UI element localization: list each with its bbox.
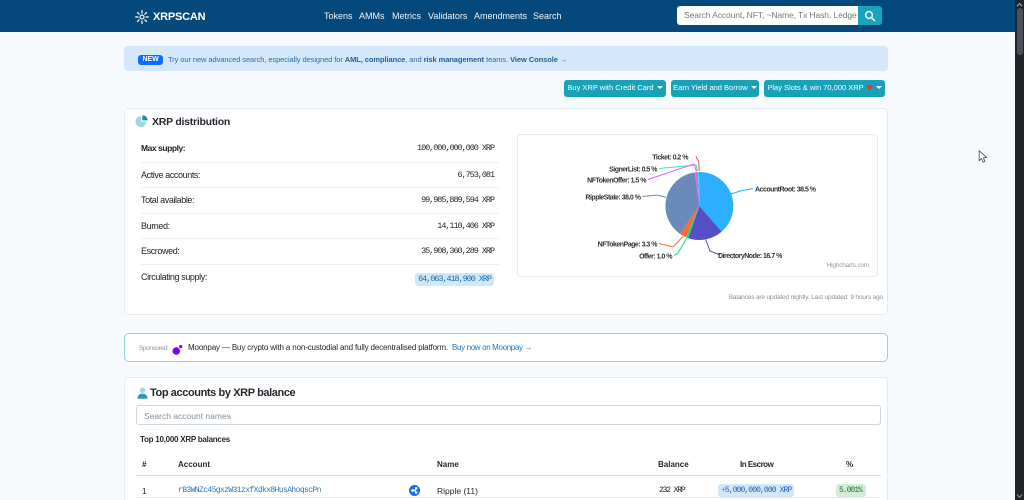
svg-text:AccountRoot: 38.5 %: AccountRoot: 38.5 % (755, 187, 817, 194)
svg-text:Offer: 1.0 %: Offer: 1.0 % (639, 254, 673, 261)
svg-text:RippleState: 38.0 %: RippleState: 38.0 % (585, 195, 641, 202)
svg-text:Highcharts.com: Highcharts.com (827, 262, 869, 269)
svg-text:SignerList: 0.5 %: SignerList: 0.5 % (609, 167, 658, 174)
svg-text:DirectoryNode: 16.7 %: DirectoryNode: 16.7 % (718, 253, 783, 260)
svg-text:NFTokenOffer: 1.5 %: NFTokenOffer: 1.5 % (587, 178, 647, 185)
svg-text:Ticket: 0.2 %: Ticket: 0.2 % (652, 155, 689, 162)
svg-text:NFTokenPage: 3.3 %: NFTokenPage: 3.3 % (598, 242, 659, 249)
